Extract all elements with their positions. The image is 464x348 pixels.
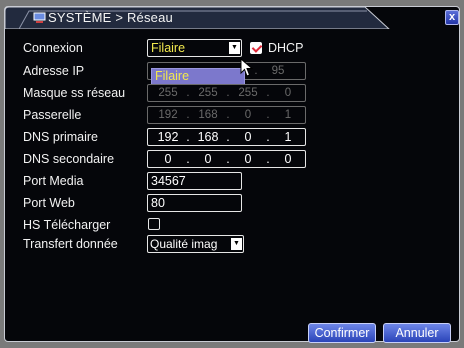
ip-address-label: Adresse IP [23,64,85,78]
chevron-down-icon: ▼ [231,238,242,250]
ip-octet-4: 95 [271,65,285,77]
ip-octet: 255 [238,87,258,99]
ip-octet: 255 [198,87,218,99]
connection-value: Filaire [151,41,186,55]
data-transfer-select[interactable]: Qualité imag ▼ [147,235,244,253]
ip-octet: 168 [198,109,218,121]
ip-octet: 0 [204,152,212,166]
connection-label: Connexion [23,41,83,55]
dropdown-option-label: Filaire [155,69,190,83]
close-icon: x [448,11,456,23]
secondary-dns-label: DNS secondaire [23,152,115,166]
ip-octet: 1 [284,130,292,144]
ip-octet: 192 [157,130,179,144]
window-title: SYSTÈME > Réseau [48,10,173,25]
subnet-mask-field[interactable]: 255. 255. 255. 0 [147,84,306,102]
ip-octet: 0 [164,152,172,166]
web-port-input[interactable]: 80 [147,194,242,212]
connection-dropdown-option[interactable]: Filaire [151,68,245,85]
ip-octet: 0 [244,130,252,144]
data-transfer-label: Transfert donnée [23,237,118,251]
web-port-label: Port Web [23,196,75,210]
network-settings-window: SYSTÈME > Réseau x Connexion Filaire ▼ D… [4,6,460,343]
network-icon [33,12,46,23]
dhcp-label: DHCP [268,41,304,55]
secondary-dns-field[interactable]: 0. 0. 0. 0 [147,150,306,168]
title-bar: SYSTÈME > Réseau x [5,7,459,29]
cancel-button[interactable]: Annuler [383,323,451,343]
dhcp-checkbox[interactable] [250,42,262,54]
mouse-pointer-icon [240,58,254,77]
subnet-mask-label: Masque ss réseau [23,86,126,100]
ip-octet: 0 [244,152,252,166]
ip-octet: 192 [158,109,178,121]
ip-octet: 0 [244,109,252,121]
ip-octet: 1 [284,109,292,121]
data-transfer-value: Qualité imag [150,237,218,251]
confirm-button[interactable]: Confirmer [308,323,376,343]
gateway-label: Passerelle [23,108,82,122]
hs-download-checkbox[interactable] [148,218,160,230]
connection-select[interactable]: Filaire ▼ [147,39,242,57]
ip-octet: 168 [197,130,219,144]
ip-octet: 0 [284,87,292,99]
hs-download-label: HS Télécharger [23,218,111,232]
close-button[interactable]: x [445,10,459,25]
primary-dns-label: DNS primaire [23,130,99,144]
ip-octet: 0 [284,152,292,166]
chevron-down-icon: ▼ [229,42,240,54]
media-port-label: Port Media [23,174,84,188]
media-port-input[interactable]: 34567 [147,172,242,190]
gateway-field[interactable]: 192. 168. 0. 1 [147,106,306,124]
ip-octet: 255 [158,87,178,99]
primary-dns-field[interactable]: 192. 168. 0. 1 [147,128,306,146]
